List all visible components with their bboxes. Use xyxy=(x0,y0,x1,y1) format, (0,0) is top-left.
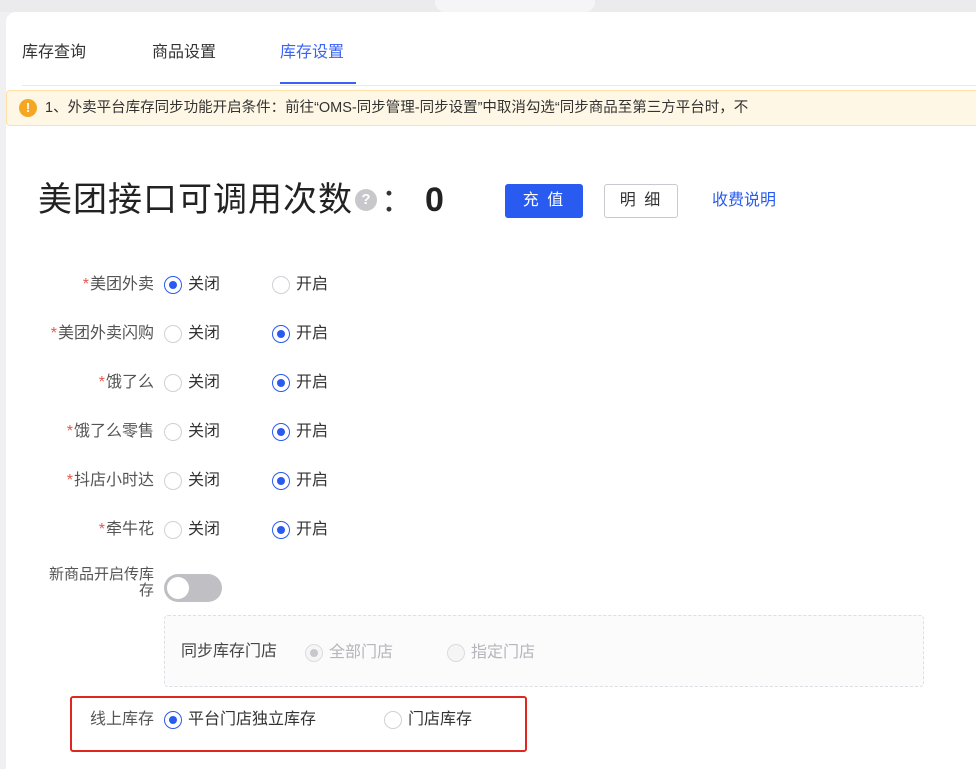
active-tab-indicator xyxy=(280,82,356,84)
detail-button[interactable]: 明 细 xyxy=(604,184,678,218)
settings-panel: 库存查询 商品设置 库存设置 ! 1、外卖平台库存同步功能开启条件：前往“OMS… xyxy=(6,12,976,769)
quota-count: 0 xyxy=(425,181,444,219)
alert-text: 1、外卖平台库存同步功能开启条件：前往“OMS-同步管理-同步设置”中取消勾选“… xyxy=(45,100,749,116)
fee-description-link[interactable]: 收费说明 xyxy=(712,184,776,218)
platform-row-eleme-retail: *饿了么零售 关闭 开启 xyxy=(6,417,526,447)
new-product-stock-toggle[interactable] xyxy=(164,574,222,602)
platform-row-eleme: *饿了么 关闭 开启 xyxy=(6,368,526,398)
platform-label: *饿了么零售 xyxy=(66,423,154,440)
recharge-button[interactable]: 充 值 xyxy=(505,184,583,218)
sync-condition-alert: ! 1、外卖平台库存同步功能开启条件：前往“OMS-同步管理-同步设置”中取消勾… xyxy=(6,90,976,126)
platform-label: *美团外卖 xyxy=(82,276,154,293)
platform-label: *美团外卖闪购 xyxy=(50,325,154,342)
platform-row-douyin-hour: *抖店小时达 关闭 开启 xyxy=(6,466,526,496)
sync-store-label: 同步库存门店 xyxy=(181,643,278,660)
tab-stock-query[interactable]: 库存查询 xyxy=(22,38,86,68)
platform-label: *饿了么 xyxy=(98,374,154,391)
tab-bar: 库存查询 商品设置 库存设置 xyxy=(22,38,976,86)
platform-row-qianniuhua: *牵牛花 关闭 开启 xyxy=(6,515,526,545)
quota-colon: ： xyxy=(381,182,414,218)
sync-store-box: 同步库存门店 全部门店 指定门店 xyxy=(164,615,924,687)
quota-headline: 美团接口可调用次数?： 0 xyxy=(38,170,444,230)
platform-label: *牵牛花 xyxy=(98,521,154,538)
new-product-toggle-label: 新商品开启传库存 xyxy=(48,566,154,599)
tab-stock-settings[interactable]: 库存设置 xyxy=(280,38,344,68)
quota-title: 美团接口可调用次数 xyxy=(38,181,353,219)
warning-icon: ! xyxy=(19,99,37,117)
online-stock-label: 线上库存 xyxy=(89,711,154,728)
platform-row-meituan-flash: *美团外卖闪购 关闭 开启 xyxy=(6,319,526,349)
online-stock-row: 线上库存 平台门店独立库存 门店库存 xyxy=(6,705,526,735)
top-strip xyxy=(0,0,976,12)
platform-label: *抖店小时达 xyxy=(66,472,154,489)
tab-product-settings[interactable]: 商品设置 xyxy=(152,38,216,68)
platform-row-meituan: *美团外卖 关闭 开启 xyxy=(6,270,526,300)
help-icon[interactable]: ? xyxy=(355,189,377,211)
window-tab-notch xyxy=(435,0,595,12)
